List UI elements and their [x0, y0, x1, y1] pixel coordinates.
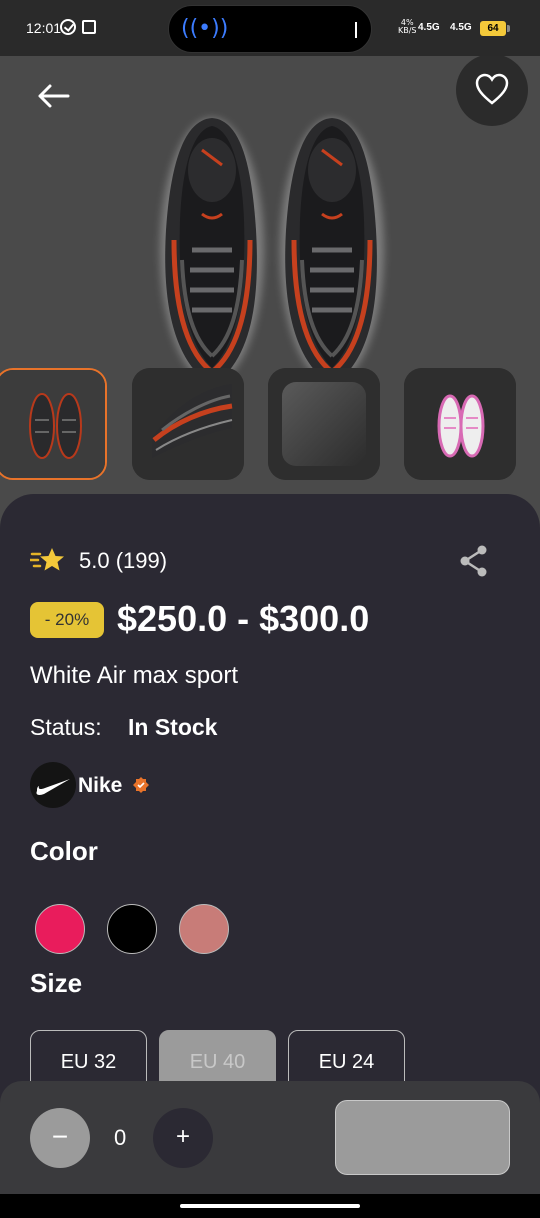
status-bar: 12:01 ((•)) 4% KB/S 4.5G 4.5G 64: [0, 0, 540, 56]
app-notification-icon: [82, 20, 96, 34]
quantity-value: 0: [114, 1125, 127, 1150]
thumbnail-1[interactable]: [0, 368, 107, 480]
status-label: Status:: [30, 714, 102, 740]
product-main-image: [160, 118, 384, 386]
thumbnail-strip: [0, 368, 540, 480]
system-nav-bar: [0, 1194, 540, 1218]
arrow-left-icon: [38, 84, 70, 108]
share-icon[interactable]: [458, 544, 490, 578]
rating-text: 5.0 (199): [79, 548, 168, 573]
battery-indicator: 64: [480, 21, 510, 36]
favorite-button[interactable]: [456, 56, 528, 126]
color-swatch-pink[interactable]: [35, 904, 85, 954]
increase-quantity-button[interactable]: +: [153, 1108, 213, 1168]
thumbnail-pink-pair: [404, 368, 516, 480]
product-name: White Air max sport: [30, 662, 239, 689]
check-circle-icon: [60, 19, 76, 35]
color-swatch-black[interactable]: [107, 904, 157, 954]
thumbnail-closeup-red: [132, 368, 244, 480]
discount-badge: - 20%: [30, 602, 104, 638]
broadcast-icon: ((•)): [181, 16, 229, 41]
decrease-quantity-button[interactable]: −: [30, 1108, 90, 1168]
product-hero: [0, 56, 540, 536]
brand-logo[interactable]: [30, 762, 76, 808]
star-icon: [30, 548, 64, 571]
back-button[interactable]: [30, 78, 78, 114]
color-swatch-rose[interactable]: [179, 904, 229, 954]
thumbnail-4[interactable]: [404, 368, 516, 480]
network-speed-unit: KB/S: [398, 26, 417, 35]
network-speed: 4% KB/S: [398, 19, 417, 35]
signal-1: 4.5G: [418, 22, 440, 33]
status-time: 12:01: [26, 20, 62, 36]
heart-icon: [475, 73, 509, 105]
home-indicator[interactable]: [180, 1204, 360, 1208]
signal-2: 4.5G: [450, 22, 472, 33]
price-range: $250.0 - $300.0: [117, 598, 370, 639]
add-to-cart-button[interactable]: [335, 1100, 510, 1175]
verified-badge-icon: [133, 777, 149, 793]
dynamic-island: ((•)): [168, 5, 372, 53]
thumbnail-gray-surface: [268, 368, 380, 480]
status-value: In Stock: [128, 714, 218, 740]
thumbnail-pair-black-red: [0, 370, 105, 478]
nike-swoosh-icon: [36, 779, 70, 795]
color-section-title: Color: [30, 836, 98, 866]
thumbnail-2[interactable]: [132, 368, 244, 480]
thumbnail-3[interactable]: [268, 368, 380, 480]
island-indicator: [355, 22, 357, 38]
brand-name[interactable]: Nike: [78, 774, 122, 798]
size-section-title: Size: [30, 968, 83, 998]
purchase-bar: − 0 +: [0, 1081, 540, 1194]
